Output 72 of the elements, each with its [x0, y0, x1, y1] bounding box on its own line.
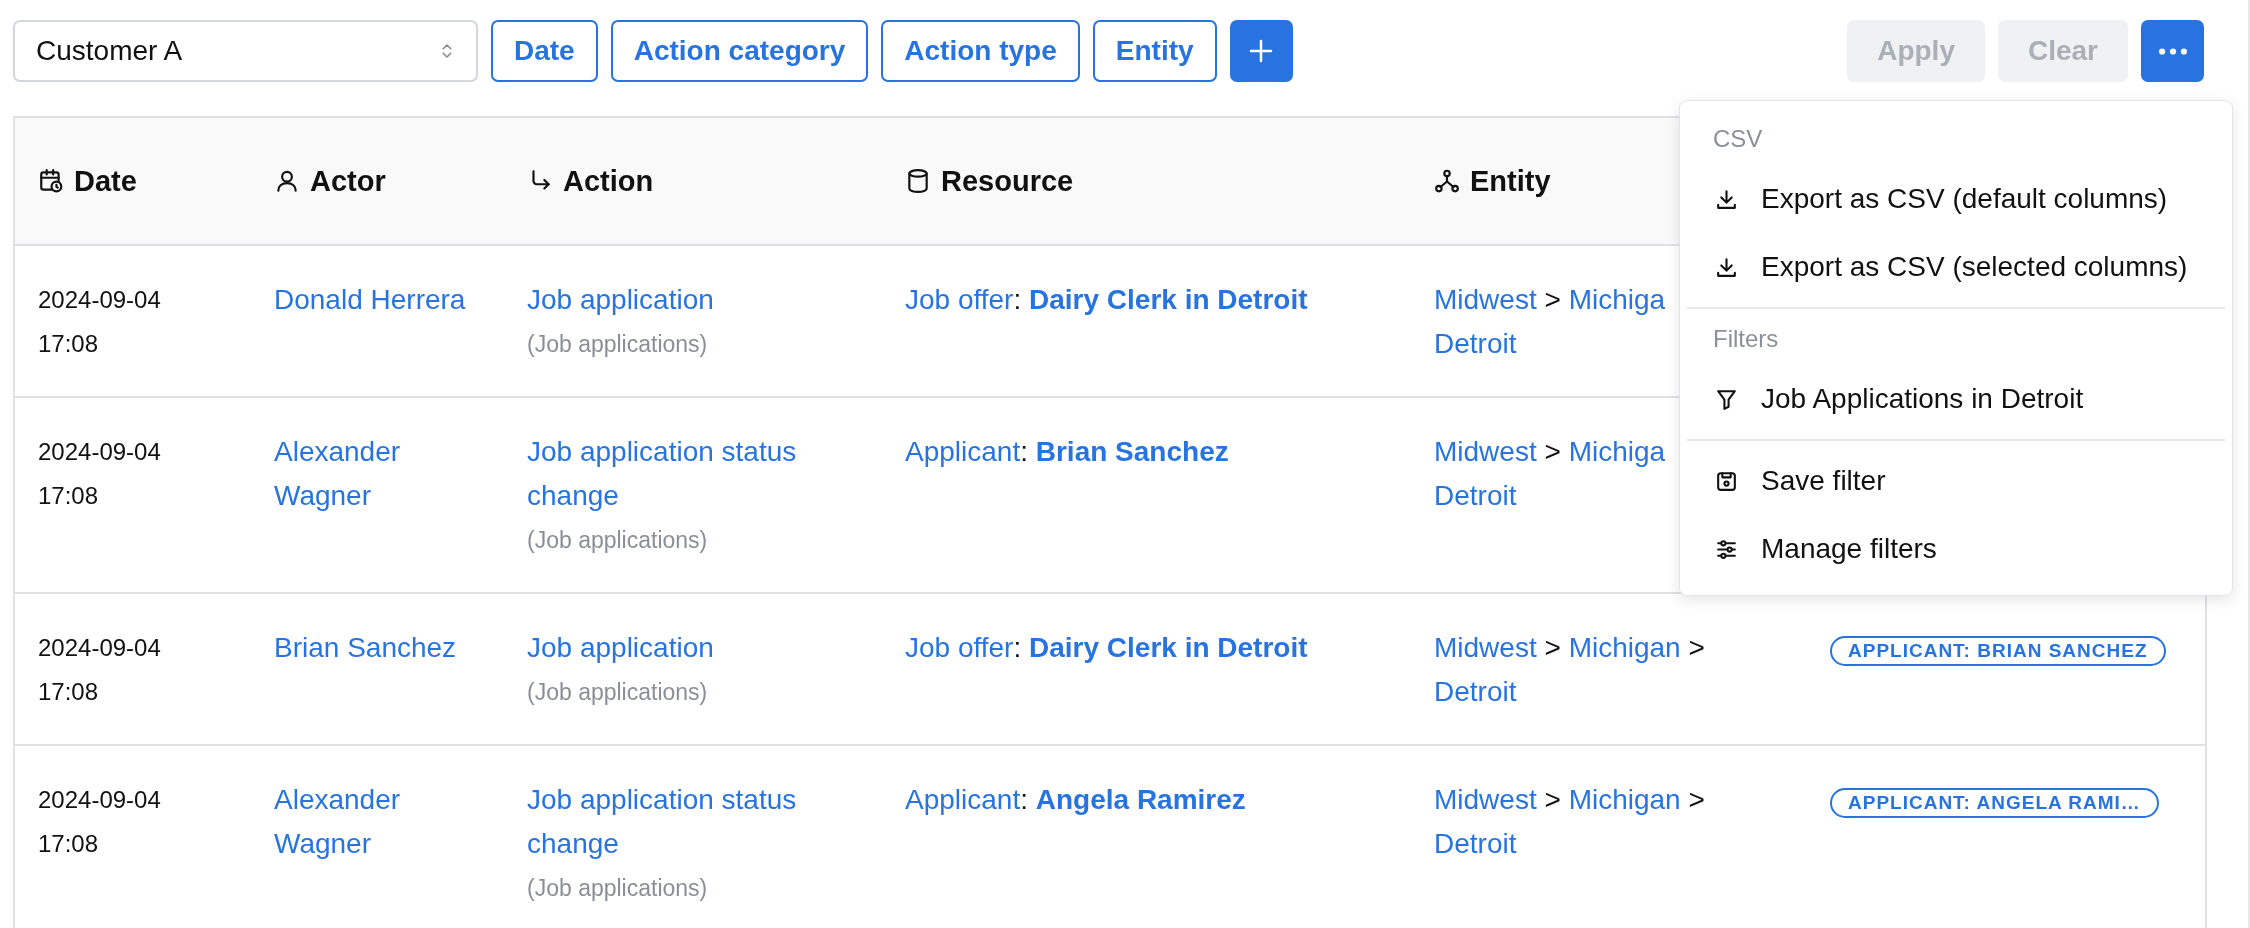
actor-link[interactable]: Brian Sanchez — [274, 626, 457, 670]
menu-heading: CSV — [1712, 124, 1764, 154]
date-text: 2024-09-04 — [38, 437, 162, 467]
resource-name-link[interactable]: Dairy Clerk in Detroit — [1029, 284, 1308, 315]
entity-link[interactable]: Midwest — [1434, 284, 1537, 315]
actor-link[interactable]: Alexander Wagner — [274, 778, 484, 866]
resource-name-link[interactable]: Dairy Clerk in Detroit — [1029, 632, 1308, 663]
entity-link[interactable]: Midwest — [1434, 632, 1537, 663]
action-link[interactable]: Job application — [527, 626, 714, 670]
entity-link[interactable]: Detroit — [1434, 322, 1517, 366]
entity-link[interactable]: Michigan — [1568, 784, 1681, 815]
database-icon — [905, 168, 931, 194]
time-text: 17:08 — [38, 677, 100, 707]
column-header[interactable]: Date — [74, 164, 137, 198]
network-icon — [1434, 168, 1460, 194]
calendar-clock-icon — [38, 168, 64, 194]
resource-label: Job offer: Dairy Clerk in Detroit — [905, 632, 1308, 663]
date-text: 2024-09-04 — [38, 785, 162, 815]
action-link[interactable]: Job application — [527, 278, 714, 322]
menu-item[interactable]: Export as CSV (default columns) — [1687, 165, 2225, 233]
more-button[interactable] — [2141, 20, 2204, 82]
applicant-tag[interactable]: APPLICANT: ANGELA RAMI… — [1830, 788, 2159, 818]
date-text: 2024-09-04 — [38, 285, 162, 315]
resource-label: Job offer: Dairy Clerk in Detroit — [905, 284, 1308, 315]
actor-link[interactable]: Alexander Wagner — [274, 430, 484, 518]
action-category: (Job applications) — [527, 330, 709, 359]
entity-link[interactable]: Michiga — [1568, 436, 1666, 467]
resource-type-link[interactable]: Job offer — [905, 284, 1014, 315]
filter-button[interactable]: Action type — [881, 20, 1080, 82]
customer-select[interactable]: Customer A — [13, 20, 478, 82]
entity-path: Midwest > Michigan > — [1434, 783, 1706, 817]
menu-item[interactable]: Job Applications in Detroit — [1687, 365, 2225, 433]
resource-label: Applicant: Angela Ramirez — [905, 784, 1246, 815]
resource-label: Applicant: Brian Sanchez — [905, 436, 1229, 467]
entity-link[interactable]: Michiga — [1568, 284, 1666, 315]
date-text: 2024-09-04 — [38, 633, 162, 663]
actor-link[interactable]: Donald Herrera — [274, 278, 466, 322]
time-text: 17:08 — [38, 829, 100, 859]
filter-button[interactable]: Entity — [1092, 20, 1217, 82]
menu-item[interactable]: Export as CSV (selected columns) — [1687, 233, 2225, 301]
resource-type-link[interactable]: Job offer — [905, 632, 1014, 663]
resource-name-link[interactable]: Brian Sanchez — [1035, 436, 1229, 467]
entity-link[interactable]: Midwest — [1434, 784, 1537, 815]
action-link[interactable]: Job application status change — [527, 430, 862, 518]
entity-link[interactable]: Detroit — [1434, 670, 1517, 714]
column-header[interactable]: Entity — [1470, 164, 1551, 198]
entity-link[interactable]: Midwest — [1434, 436, 1537, 467]
action-category: (Job applications) — [527, 526, 709, 555]
action-link[interactable]: Job application status change — [527, 778, 862, 866]
entity-link[interactable]: Michigan — [1568, 632, 1681, 663]
column-header[interactable]: Resource — [941, 164, 1074, 198]
resource-type-link[interactable]: Applicant — [905, 784, 1021, 815]
filter-button[interactable]: Action category — [610, 20, 869, 82]
menu-item[interactable]: Save filter — [1687, 447, 2225, 515]
entity-link[interactable]: Detroit — [1434, 474, 1517, 518]
action-category: (Job applications) — [527, 678, 709, 707]
resource-name-link[interactable]: Angela Ramirez — [1035, 784, 1246, 815]
entity-path: Midwest > Michigan > — [1434, 631, 1706, 665]
filter-button[interactable]: Date — [491, 20, 598, 82]
add-button[interactable] — [1229, 20, 1293, 82]
resource-type-link[interactable]: Applicant — [905, 436, 1021, 467]
menu-item[interactable]: Manage filters — [1687, 515, 2225, 583]
ellipsis-icon — [2158, 47, 2187, 55]
applicant-tag[interactable]: APPLICANT: BRIAN SANCHEZ — [1830, 636, 2166, 666]
entity-link[interactable]: Detroit — [1434, 822, 1517, 866]
action-category: (Job applications) — [527, 874, 709, 903]
person-icon — [274, 168, 300, 194]
column-header[interactable]: Actor — [310, 164, 386, 198]
time-text: 17:08 — [38, 481, 100, 511]
menu-heading: Filters — [1712, 324, 1780, 354]
time-text: 17:08 — [38, 329, 100, 359]
column-header[interactable]: Action — [563, 164, 654, 198]
